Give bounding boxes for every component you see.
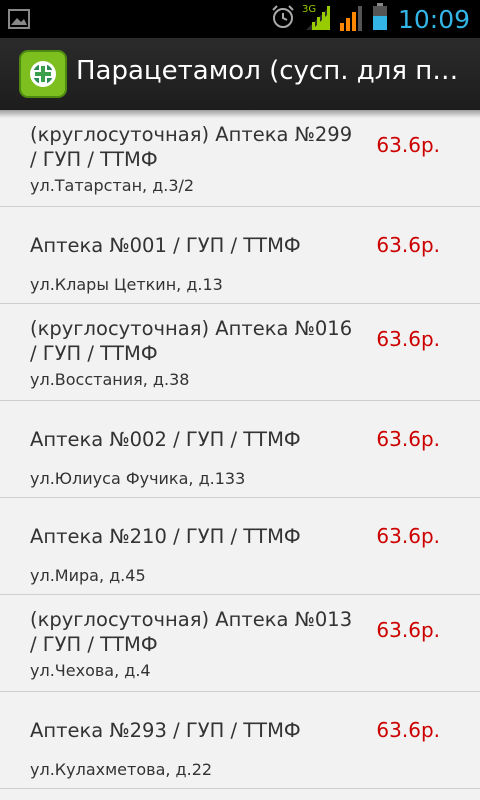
list-item[interactable]: Аптека №210 / ГУП / ТТМФ ул.Мира, д.45 6… — [0, 498, 480, 595]
app-logo-icon[interactable] — [19, 50, 67, 98]
price-label: 63.6р. — [376, 233, 440, 257]
pharmacy-address: ул.Татарстан, д.3/2 — [30, 176, 195, 195]
list-item[interactable]: (круглосуточная) Аптека №299 / ГУП / ТТМ… — [0, 110, 480, 207]
list-item[interactable]: (круглосуточная) Аптека №016 / ГУП / ТТМ… — [0, 304, 480, 401]
page-title: Парацетамол (сусп. для при... — [76, 56, 466, 86]
pharmacy-name: Аптека №001 / ГУП / ТТМФ — [30, 234, 301, 257]
svg-text:3G: 3G — [302, 4, 316, 15]
pharmacy-name: (круглосуточная) Аптека №299 / ГУП / ТТМ… — [30, 123, 353, 171]
list-item[interactable]: Аптека №293 / ГУП / ТТМФ ул.Кулахметова,… — [0, 692, 480, 789]
alarm-icon — [270, 4, 296, 34]
action-bar: Парацетамол (сусп. для при... — [0, 38, 480, 110]
signal-3g-icon: 3G — [302, 2, 332, 36]
pharmacy-address: ул.Клары Цеткин, д.13 — [30, 275, 223, 294]
pharmacy-address: ул.Кулахметова, д.22 — [30, 760, 213, 779]
pharmacy-address: ул.Юлиуса Фучика, д.133 — [30, 469, 246, 488]
price-label: 63.6р. — [376, 524, 440, 548]
pharmacy-list[interactable]: (круглосуточная) Аптека №299 / ГУП / ТТМ… — [0, 110, 480, 800]
gallery-notification-icon — [8, 9, 30, 33]
pharmacy-name: Аптека №210 / ГУП / ТТМФ — [30, 525, 301, 548]
price-label: 63.6р. — [376, 327, 440, 351]
list-item[interactable]: Аптека №001 / ГУП / ТТМФ ул.Клары Цеткин… — [0, 207, 480, 304]
price-label: 63.6р. — [376, 718, 440, 742]
pharmacy-address: ул.Восстания, д.38 — [30, 370, 190, 389]
signal-strength-icon — [338, 3, 366, 35]
price-label: 63.6р. — [376, 133, 440, 157]
price-label: 63.6р. — [376, 427, 440, 451]
pharmacy-name: Аптека №293 / ГУП / ТТМФ — [30, 719, 301, 742]
pharmacy-address: ул.Чехова, д.4 — [30, 661, 151, 680]
price-label: 63.6р. — [376, 618, 440, 642]
clock-time: 10:09 — [397, 4, 470, 34]
pharmacy-name: Аптека №002 / ГУП / ТТМФ — [30, 428, 301, 451]
pharmacy-name: (круглосуточная) Аптека №016 / ГУП / ТТМ… — [30, 317, 353, 365]
battery-icon — [372, 3, 388, 35]
pharmacy-address: ул.Мира, д.45 — [30, 566, 146, 585]
pharmacy-name: (круглосуточная) Аптека №013 / ГУП / ТТМ… — [30, 608, 353, 656]
action-bar-shadow — [0, 110, 480, 118]
status-bar: 3G 10:09 — [0, 0, 480, 38]
list-item[interactable]: Аптека №002 / ГУП / ТТМФ ул.Юлиуса Фучик… — [0, 401, 480, 498]
list-item[interactable]: (круглосуточная) Аптека №013 / ГУП / ТТМ… — [0, 595, 480, 692]
